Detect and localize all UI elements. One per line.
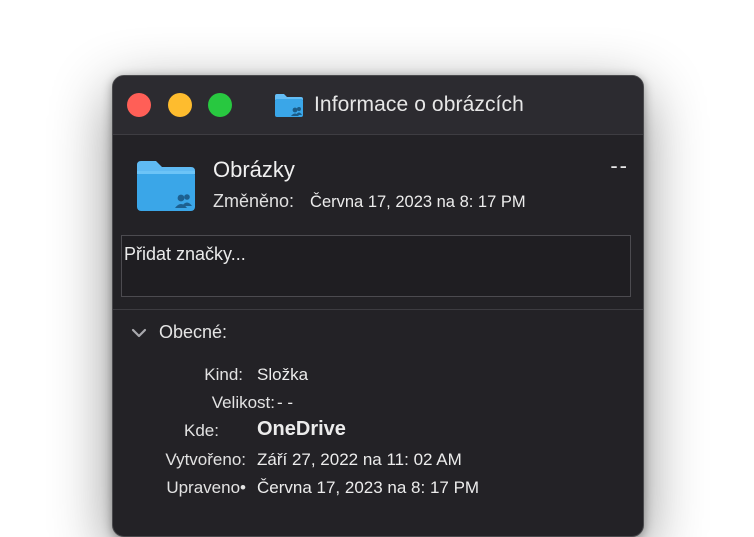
shared-folder-icon [137, 161, 195, 211]
size-value: - - [277, 393, 294, 412]
size-label: Velikost: [211, 393, 275, 412]
zoom-button[interactable] [208, 93, 232, 117]
info-row-where: Kde: OneDrive [113, 418, 643, 447]
updated-label: Upraveno• [166, 478, 246, 497]
section-divider [113, 309, 643, 310]
info-row-size: Velikost: - - [113, 393, 643, 419]
general-section-toggle[interactable]: Obecné: [131, 322, 227, 343]
info-row-kind: Kind: Složka [113, 365, 643, 391]
general-section-title: Obecné: [159, 322, 228, 342]
item-header: Obrázky -- Změněno: Června 17, 2023 na 8… [113, 135, 643, 235]
kind-value: Složka [257, 365, 309, 384]
where-value: OneDrive [257, 418, 346, 440]
window-title-group: Informace o obrázcích [273, 90, 524, 120]
tags-placeholder: Přidat značky... [124, 244, 246, 264]
updated-value: Června 17, 2023 na 8: 17 PM [257, 478, 480, 497]
created-value: Září 27, 2022 na 11: 02 AM [257, 450, 462, 469]
close-button[interactable] [127, 93, 151, 117]
title-bar[interactable]: Informace o obrázcích [113, 76, 643, 135]
tags-field[interactable]: Přidat značky... [121, 235, 631, 297]
created-label: Vytvořeno: [165, 450, 246, 469]
window-title: Informace o obrázcích [314, 93, 524, 116]
kind-label: Kind: [204, 365, 243, 384]
item-name: Obrázky [213, 157, 295, 182]
item-size: -- [610, 153, 629, 178]
chevron-down-icon[interactable] [131, 327, 147, 339]
shared-folder-icon [275, 94, 303, 117]
info-row-created: Vytvořeno: Září 27, 2022 na 11: 02 AM [113, 450, 643, 476]
modified-label: Změněno: [213, 191, 295, 211]
modified-value: Června 17, 2023 na 8: 17 PM [310, 193, 526, 211]
modified-row: Změněno: Června 17, 2023 na 8: 17 PM [213, 191, 526, 212]
minimize-button[interactable] [168, 93, 192, 117]
info-window: Informace o obrázcích Obrázky -- Změněno… [112, 75, 644, 537]
where-label: Kde: [184, 421, 219, 440]
info-row-modified: Upraveno• Června 17, 2023 na 8: 17 PM [113, 478, 643, 504]
